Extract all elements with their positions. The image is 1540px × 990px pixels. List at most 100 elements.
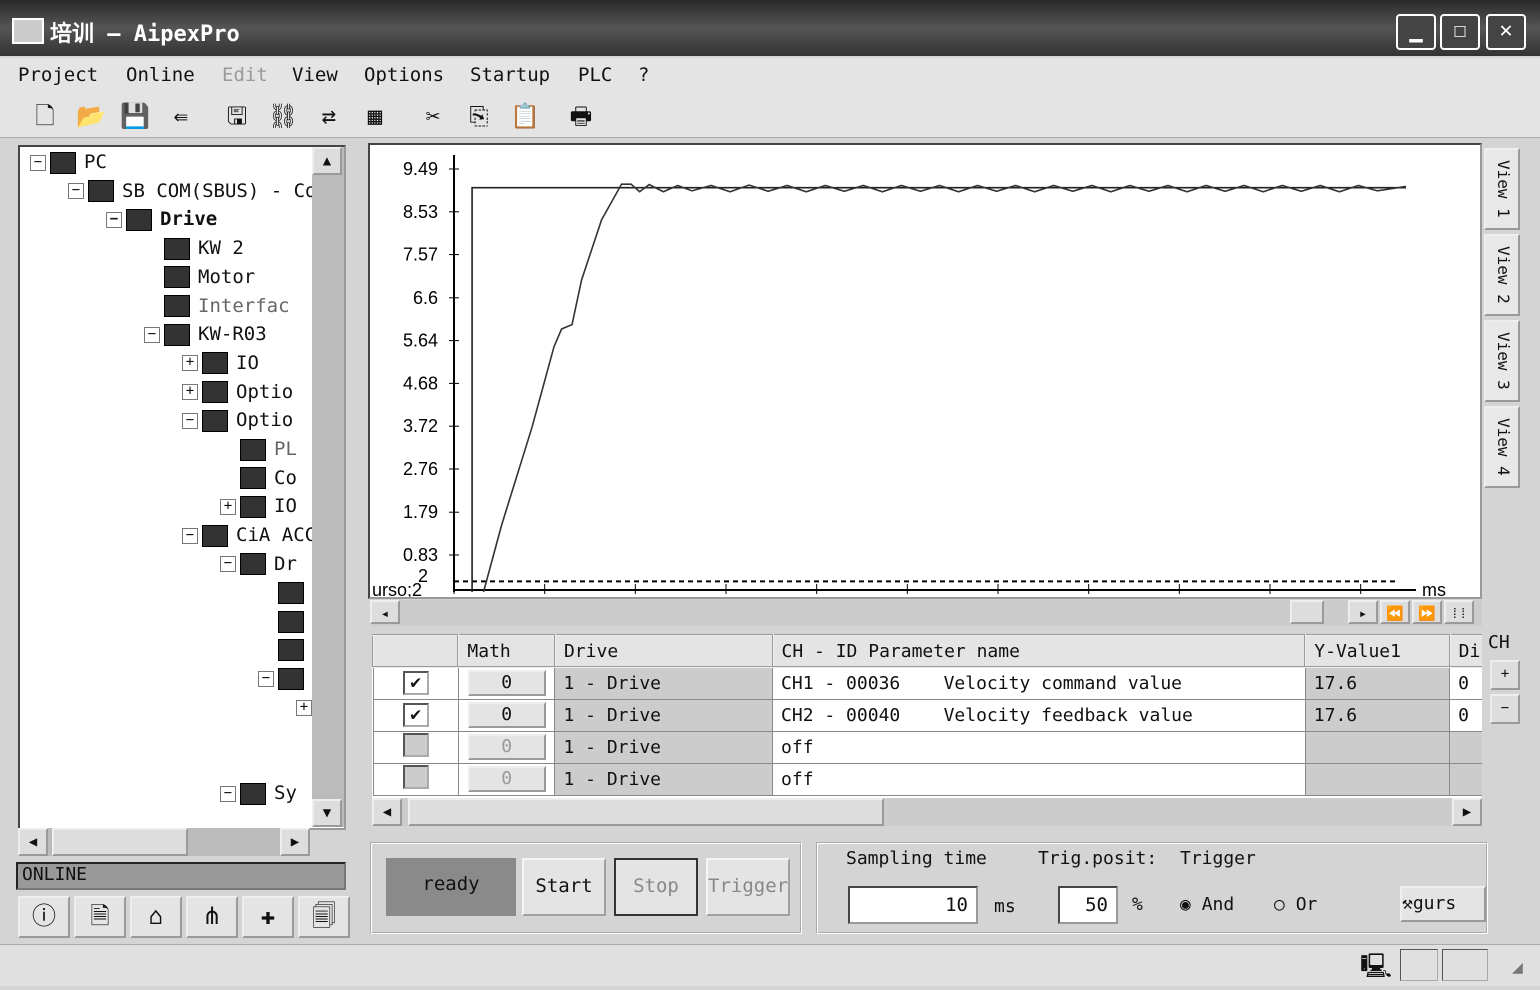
maximize-button[interactable]: ☐ [1440,14,1480,50]
report-icon[interactable]: 🗐 [298,896,350,938]
tree-node[interactable]: Interfac [144,295,290,317]
new-icon[interactable]: 🗋 [28,100,62,132]
tree-node[interactable]: + IO [220,495,297,518]
table-scroll-thumb[interactable] [408,798,884,826]
expand-toggle[interactable]: − [30,154,46,171]
expand-toggle[interactable]: + [182,355,198,372]
column-header[interactable]: Y-Value1 [1304,634,1451,668]
sampling-time-input[interactable]: 10 [848,886,978,924]
tree-node[interactable]: + IO [182,352,259,375]
math-button[interactable]: 0 [467,734,546,760]
column-header[interactable]: CH - ID Parameter name [771,634,1307,668]
close-button[interactable]: ✕ [1486,14,1526,50]
view-tab-2[interactable]: View 2 [1484,234,1520,316]
table-scrollbar[interactable]: ◀ ▶ [372,798,1482,826]
scroll-thumb[interactable] [52,828,188,856]
and-radio[interactable]: ◉ And [1180,894,1234,915]
home-icon[interactable]: ⌂ [130,896,182,938]
expand-toggle[interactable]: − [68,183,84,200]
compare-icon[interactable]: ⇄ [312,100,346,132]
channel-checkbox[interactable] [402,764,429,789]
row-checkbox-cell[interactable]: ✔ [372,666,459,700]
tree-node[interactable]: KW 2 [144,237,244,260]
tree-node[interactable]: − Sy [220,782,297,805]
column-header[interactable]: Math [457,634,556,668]
expand-toggle[interactable]: − [106,211,122,228]
view-tab-3[interactable]: View 3 [1484,320,1520,402]
fast-forward-icon[interactable]: ⏩ [1412,600,1442,624]
tree-node[interactable] [258,639,312,662]
rewind-icon[interactable]: ⏪ [1380,600,1410,624]
expand-toggle[interactable]: − [220,785,236,802]
disabled-icon[interactable]: ▦ [358,100,392,132]
tree-node[interactable]: − Dr [220,553,297,576]
channel-checkbox[interactable] [402,732,429,757]
open-icon[interactable]: 📂 [74,100,108,132]
tree-node[interactable] [258,582,312,604]
chart-scroll-right[interactable]: ▸ [1348,600,1378,624]
menu-Startup[interactable]: Startup [470,64,550,86]
drive-cell[interactable]: 1 - Drive [554,730,774,764]
tree-node[interactable] [258,610,312,633]
expand-toggle[interactable]: + [182,384,198,401]
project-tree[interactable]: − PC − SB COM(SBUS) - Cor − Drive KW 2 Motor Int… [18,145,346,830]
import-icon[interactable]: ⇚ [164,100,198,132]
view-tab-1[interactable]: View 1 [1484,148,1520,230]
parameter-cell[interactable]: CH1 - 00036 Velocity command value [772,666,1306,700]
tree-node[interactable]: + Optio [182,381,293,404]
column-header[interactable]: Drive [553,634,774,668]
drive-cell[interactable]: 1 - Drive [554,762,774,796]
tree-node[interactable]: − PC [30,151,107,174]
copy-icon[interactable]: ⎘ [462,100,496,132]
table-row[interactable]: 0 1 - Drive off [372,730,1482,764]
upload-icon[interactable]: ⛓ [266,100,300,132]
parameter-cell[interactable]: off [772,762,1306,796]
column-header[interactable]: Dif [1448,634,1482,668]
table-row[interactable]: ✔ 0 1 - Drive CH1 - 00036 Velocity comma… [372,666,1482,700]
menu-Online[interactable]: Online [126,64,195,86]
tree-node[interactable]: PL [220,438,297,461]
parameter-cell[interactable]: off [772,730,1306,764]
table-scroll-right[interactable]: ▶ [1452,798,1482,826]
expand-toggle[interactable]: − [258,671,274,688]
download-icon[interactable]: 🖫 [220,100,254,132]
start-button[interactable]: Start [522,858,606,916]
minimize-button[interactable]: ▁ [1396,14,1436,50]
chart-scroll-left[interactable]: ◂ [370,600,400,624]
expand-toggle[interactable]: − [220,556,236,573]
row-checkbox-cell[interactable] [372,730,459,764]
trigger-position-input[interactable]: 50 [1058,886,1118,924]
row-checkbox-cell[interactable]: ✔ [372,698,459,732]
resize-grip-icon[interactable]: ◢ [1512,957,1523,978]
menu-Edit[interactable]: Edit [222,64,268,86]
chart-scrollbar[interactable]: ◂ ▸ ⏪ ⏩ ⁞⁞ [370,600,1482,626]
tree-node[interactable]: − KW-R03 [144,323,267,346]
table-row[interactable]: 0 1 - Drive off [372,762,1482,796]
channel-checkbox[interactable]: ✔ [402,671,429,696]
row-checkbox-cell[interactable] [372,762,459,796]
tree-node[interactable]: Co [220,467,297,490]
chart-scroll-thumb[interactable] [1290,600,1324,624]
grid-toggle-icon[interactable]: ⁞⁞ [1444,600,1474,624]
or-radio[interactable]: ○ Or [1274,894,1317,915]
cut-icon[interactable]: ✂ [416,100,450,132]
oscilloscope-icon[interactable]: ⋔ [186,896,238,938]
expand-toggle[interactable]: + [296,699,312,716]
info-icon[interactable]: ⓘ [18,896,70,938]
parameter-cell[interactable]: CH2 - 00040 Velocity feedback value [772,698,1306,732]
expand-toggle[interactable]: − [144,326,160,343]
expand-toggle[interactable]: + [220,498,236,515]
view-tab-4[interactable]: View 4 [1484,406,1520,488]
remove-channel-button[interactable]: − [1490,694,1520,724]
scroll-right-button[interactable]: ▶ [280,828,310,856]
menu-Options[interactable]: Options [364,64,444,86]
tree-node[interactable]: − SB COM(SBUS) - Cor [68,180,328,203]
document-icon[interactable]: 🗎 [74,896,126,938]
menu-help[interactable]: ? [638,64,649,86]
table-scroll-left[interactable]: ◀ [372,798,402,826]
math-button[interactable]: 0 [467,766,546,792]
plus-icon[interactable]: ✚ [242,896,294,938]
trigger-button[interactable]: Trigger [706,858,790,916]
scroll-left-button[interactable]: ◀ [18,828,48,856]
tree-node[interactable]: − Drive [106,208,217,231]
